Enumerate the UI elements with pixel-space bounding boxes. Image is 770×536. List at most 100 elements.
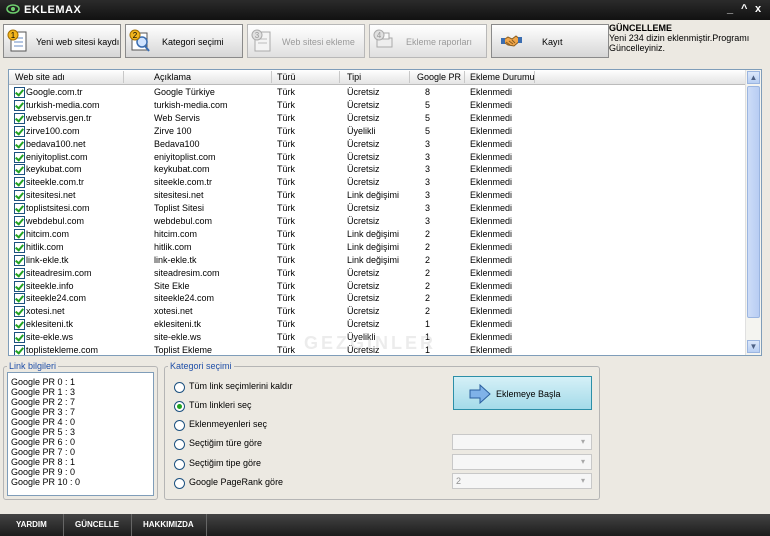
row-checkbox[interactable] — [14, 125, 25, 137]
row-checkbox[interactable] — [14, 164, 25, 176]
cell-site-name: siteadresim.com — [26, 267, 92, 278]
about-button[interactable]: HAKKIMIZDA — [143, 520, 194, 529]
scroll-thumb[interactable] — [747, 86, 760, 318]
radio-by-type[interactable] — [174, 459, 185, 470]
table-row[interactable]: Google.com.tr Google Türkiye Türk Ücretsiz 8… — [9, 86, 745, 99]
cell-description: turkish-media.com — [154, 99, 228, 110]
radio-by-kind[interactable] — [174, 439, 185, 450]
table-row[interactable]: siteadresim.com siteadresim.com Türk Ücrets… — [9, 267, 745, 280]
scroll-up-icon[interactable]: ▲ — [747, 71, 760, 84]
type-select[interactable]: ▾ — [452, 454, 592, 470]
table-row[interactable]: webdebul.com webdebul.com Türk Ücretsiz 3 Ekl… — [9, 215, 745, 228]
row-checkbox[interactable] — [14, 190, 25, 202]
row-checkbox[interactable] — [14, 138, 25, 150]
table-row[interactable]: toplistsitesi.com Toplist Sitesi Türk Ücret… — [9, 202, 745, 215]
radio-label-by-kind[interactable]: Seçtiğim türe göre — [189, 438, 262, 448]
row-checkbox[interactable] — [14, 254, 25, 266]
table-row[interactable]: xotesi.net xotesi.net Türk Ücretsiz 2 Eklenme… — [9, 305, 745, 318]
website-add-button[interactable]: 3 Web sitesi ekleme — [247, 24, 365, 58]
cell-kind: Türk — [277, 293, 295, 304]
pagerank-select[interactable]: 2 ▾ — [452, 473, 592, 489]
column-header-type[interactable]: Tipi — [347, 72, 361, 82]
table-row[interactable]: hitcim.com hitcim.com Türk Link değişimi 2 Ek… — [9, 228, 745, 241]
vertical-scrollbar[interactable]: ▲ ▼ — [745, 70, 761, 355]
cell-type: Ücretsiz — [347, 203, 380, 214]
pr-line: Google PR 0 : 1 — [11, 377, 76, 387]
column-header-add-status[interactable]: Ekleme Durumu — [470, 72, 535, 82]
maximize-button[interactable]: ^ — [741, 3, 747, 15]
register-button[interactable]: Kayıt — [491, 24, 609, 58]
row-checkbox[interactable] — [14, 293, 25, 305]
scroll-down-icon[interactable]: ▼ — [747, 340, 760, 353]
column-header-google-pr[interactable]: Google PR — [417, 72, 461, 82]
cell-description: Web Servis — [154, 112, 200, 123]
row-checkbox[interactable] — [14, 216, 25, 227]
cell-kind: Türk — [277, 228, 295, 239]
table-row[interactable]: turkish-media.com turkish-media.com Türk Üc… — [9, 99, 745, 112]
table-row[interactable]: eniyitoplist.com eniyitoplist.com Türk Ücre… — [9, 151, 745, 164]
row-checkbox[interactable] — [14, 319, 25, 331]
table-row[interactable]: hitlik.com hitlik.com Türk Link değişimi 2 Ek… — [9, 241, 745, 254]
new-website-button[interactable]: 1 Yeni web sitesi kaydı — [3, 24, 121, 58]
help-button[interactable]: YARDIM — [16, 520, 47, 529]
row-checkbox[interactable] — [14, 280, 25, 292]
radio-label-by-type[interactable]: Seçtiğim tipe göre — [189, 458, 261, 468]
row-checkbox[interactable] — [14, 267, 25, 279]
column-header-site-name[interactable]: Web site adı — [15, 72, 65, 82]
table-row[interactable]: webservis.gen.tr Web Servis Türk Ücretsiz 5 E… — [9, 112, 745, 125]
cell-description: webdebul.com — [154, 216, 213, 226]
cell-description: keykubat.com — [154, 164, 210, 175]
website-add-label: Web sitesi ekleme — [282, 37, 355, 47]
table-row[interactable]: keykubat.com keykubat.com Türk Ücretsiz 3 Ekl… — [9, 163, 745, 176]
row-checkbox[interactable] — [14, 203, 25, 215]
row-checkbox[interactable] — [14, 345, 25, 355]
row-checkbox[interactable] — [14, 241, 25, 253]
table-row[interactable]: sitesitesi.net sitesitesi.net Türk Link değ… — [9, 189, 745, 202]
radio-label-select-not-added[interactable]: Eklenmeyenleri seç — [189, 419, 267, 429]
column-header-kind[interactable]: Türü — [277, 72, 296, 82]
radio-deselect-all[interactable] — [174, 382, 185, 393]
website-list[interactable]: Web site adı Açıklama Türü Tipi Google P… — [8, 69, 762, 356]
kind-select[interactable]: ▾ — [452, 434, 592, 450]
cell-site-name: hitcim.com — [26, 228, 70, 239]
radio-select-all[interactable] — [174, 401, 185, 412]
cell-add-status: Eklenmedi — [470, 138, 513, 149]
cell-google-pr: 3 — [425, 151, 431, 162]
radio-label-deselect-all[interactable]: Tüm link seçimlerini kaldır — [189, 381, 293, 391]
row-checkbox[interactable] — [14, 151, 25, 163]
cell-description: Site Ekle — [154, 280, 190, 291]
row-checkbox[interactable] — [14, 99, 25, 111]
radio-select-not-added[interactable] — [174, 420, 185, 431]
row-checkbox[interactable] — [14, 177, 25, 189]
table-row[interactable]: siteekle.com.tr siteekle.com.tr Türk Ücrets… — [9, 176, 745, 189]
cell-kind: Türk — [277, 190, 295, 201]
table-row[interactable]: bedava100.net Bedava100 Türk Ücretsiz 3 Eklen… — [9, 138, 745, 151]
table-row[interactable]: zirve100.com Zirve 100 Türk Üyelikli 5 Eklenm… — [9, 125, 745, 138]
add-reports-button[interactable]: 4 Ekleme raporları — [369, 24, 487, 58]
row-checkbox[interactable] — [14, 112, 25, 124]
radio-by-pagerank[interactable] — [174, 478, 185, 489]
row-checkbox[interactable] — [14, 87, 25, 98]
table-row[interactable]: link-ekle.tk link-ekle.tk Türk Link değişim… — [9, 254, 745, 267]
close-button[interactable]: x — [755, 3, 761, 15]
cell-site-name: siteekle.com.tr — [26, 177, 85, 188]
start-adding-button[interactable]: Eklemeye Başla — [453, 376, 592, 410]
cell-kind: Türk — [277, 241, 295, 252]
update-button[interactable]: GÜNCELLE — [75, 520, 119, 529]
table-row[interactable]: siteekle24.com siteekle24.com Türk Ücretsiz… — [9, 292, 745, 305]
table-row[interactable]: eklesiteni.tk eklesiteni.tk Türk Ücretsiz 1 E… — [9, 318, 745, 331]
row-checkbox[interactable] — [14, 306, 25, 318]
row-checkbox[interactable] — [14, 228, 25, 240]
cell-add-status: Eklenmedi — [470, 99, 513, 110]
cell-google-pr: 3 — [425, 203, 431, 214]
radio-label-by-pagerank[interactable]: Google PageRank göre — [189, 477, 283, 487]
step-number: 3 — [255, 31, 260, 40]
printer-icon: 4 — [373, 29, 393, 48]
category-selection-button[interactable]: 2 Kategori seçimi — [125, 24, 243, 58]
radio-label-select-all[interactable]: Tüm linkleri seç — [189, 400, 252, 410]
minimize-button[interactable]: _ — [727, 3, 733, 15]
cell-type: Link değişimi — [347, 241, 400, 252]
row-checkbox[interactable] — [14, 332, 25, 344]
column-header-description[interactable]: Açıklama — [154, 72, 191, 82]
table-row[interactable]: siteekle.info Site Ekle Türk Ücretsiz 2 Eklen… — [9, 280, 745, 293]
